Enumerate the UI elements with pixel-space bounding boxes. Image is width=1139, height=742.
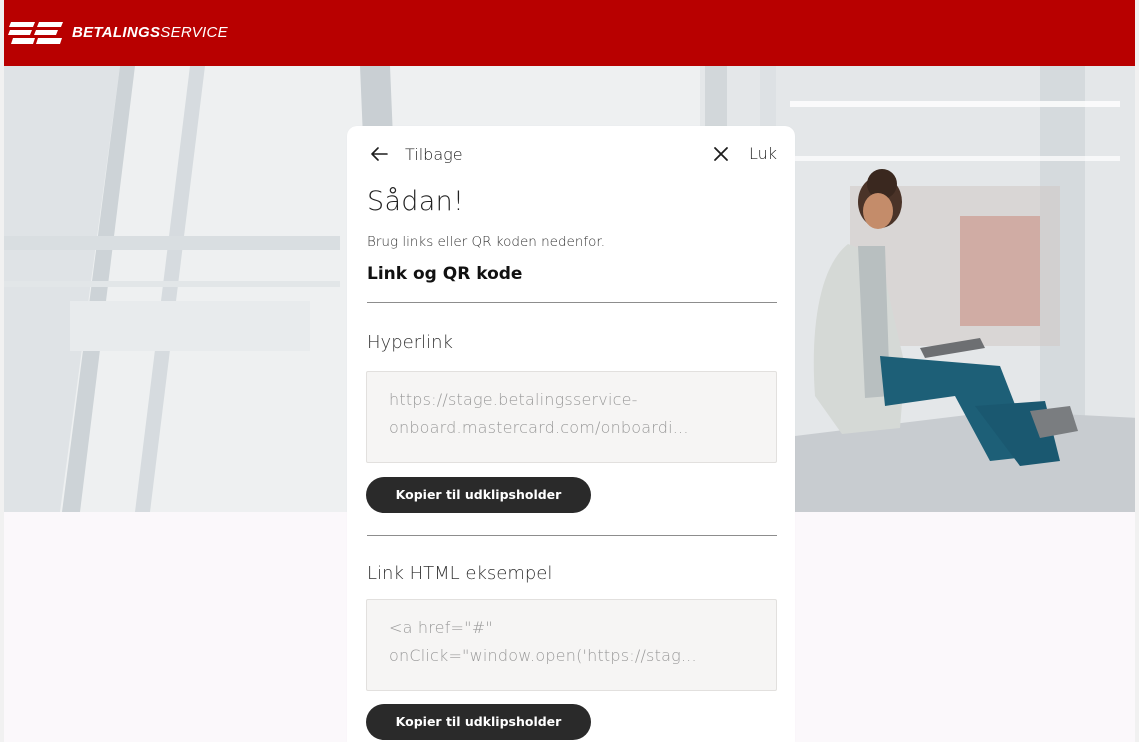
arrow-left-icon (371, 147, 388, 161)
hyperlink-field[interactable]: https://stage.betalingsservice- onboard.… (366, 371, 777, 463)
hyperlink-label: Hyperlink (367, 332, 453, 353)
brand-name-light: SERVICE (160, 24, 228, 41)
bs-logo-icon (8, 22, 64, 44)
section-divider (367, 302, 777, 303)
share-link-panel: Tilbage Luk Sådan! Brug links eller QR k… (347, 126, 795, 742)
panel-nav: Tilbage Luk (347, 126, 795, 186)
close-button[interactable]: Luk (713, 144, 777, 163)
page-subtitle: Brug links eller QR koden nedenfor. (367, 234, 606, 250)
copy-hyperlink-button[interactable]: Kopier til udklipsholder (366, 477, 591, 513)
back-label: Tilbage (405, 144, 463, 164)
back-button[interactable]: Tilbage (369, 144, 463, 164)
brand-name: BETALINGSSERVICE (72, 20, 228, 46)
html-example-value-line-1: <a href="#" (389, 618, 493, 637)
close-icon (714, 146, 728, 161)
hyperlink-value-line-1: https://stage.betalingsservice- (389, 390, 638, 409)
html-example-field[interactable]: <a href="#" onClick="window.open('https:… (366, 599, 777, 691)
section-divider (367, 535, 777, 536)
close-label: Luk (748, 144, 777, 163)
brand-name-bold: BETALINGS (72, 24, 161, 41)
window-frame-right (1135, 0, 1139, 742)
section-title: Link og QR kode (367, 264, 523, 284)
window-frame-left (0, 0, 4, 742)
hyperlink-value-line-2: onboard.mastercard.com/onboardi... (389, 418, 689, 437)
page-title: Sådan! (367, 186, 465, 217)
top-bar: BETALINGSSERVICE (0, 0, 1139, 66)
copy-html-example-button[interactable]: Kopier til udklipsholder (366, 704, 591, 740)
html-example-label: Link HTML eksempel (367, 563, 553, 584)
brand-logo[interactable]: BETALINGSSERVICE (8, 20, 228, 46)
html-example-value-line-2: onClick="window.open('https://stag... (389, 646, 697, 665)
